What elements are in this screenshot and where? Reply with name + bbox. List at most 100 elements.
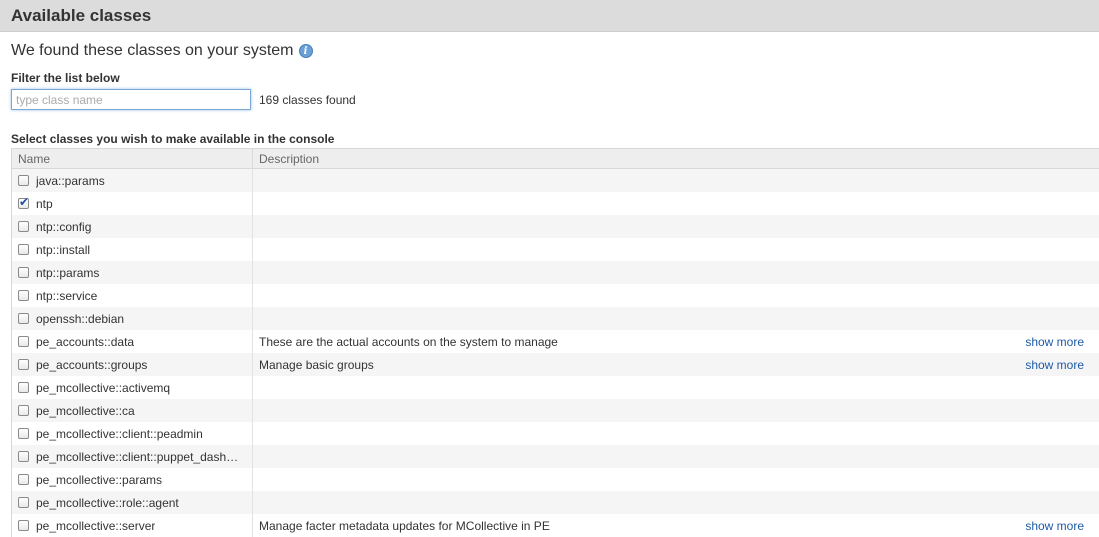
class-name-cell: ntp::params: [12, 261, 253, 284]
table-row: pe_mcollective::ca: [12, 399, 1099, 422]
class-description-cell: [253, 468, 1099, 491]
class-name: ntp::service: [36, 288, 98, 303]
table-row: ntp: [12, 192, 1099, 215]
class-name: ntp: [36, 196, 53, 211]
classes-table: Name Description java::paramsntpntp::con…: [11, 148, 1099, 537]
class-description-cell: [253, 445, 1099, 468]
class-name-cell: pe_accounts::data: [12, 330, 253, 353]
show-more-link[interactable]: show more: [1025, 358, 1084, 372]
class-description-cell: [253, 238, 1099, 261]
class-description-cell: [253, 284, 1099, 307]
class-description-cell: [253, 307, 1099, 330]
class-checkbox[interactable]: [18, 221, 29, 232]
table-row: java::params: [12, 169, 1099, 192]
class-checkbox[interactable]: [18, 267, 29, 278]
class-checkbox[interactable]: [18, 336, 29, 347]
class-checkbox[interactable]: [18, 474, 29, 485]
class-name-cell: pe_mcollective::activemq: [12, 376, 253, 399]
intro-line: We found these classes on your system i: [11, 42, 313, 60]
class-description-cell: Manage basic groups show more: [253, 353, 1099, 376]
select-classes-label: Select classes you wish to make availabl…: [11, 132, 335, 146]
class-description-cell: [253, 169, 1099, 192]
class-name: ntp::install: [36, 242, 91, 257]
class-name: pe_mcollective::server: [36, 518, 156, 533]
table-row: ntp::install: [12, 238, 1099, 261]
class-name: ntp::config: [36, 219, 92, 234]
class-name: java::params: [36, 173, 105, 188]
show-more-link[interactable]: show more: [1025, 519, 1084, 533]
table-row: pe_mcollective::activemq: [12, 376, 1099, 399]
class-checkbox[interactable]: [18, 405, 29, 416]
class-checkbox[interactable]: [18, 195, 29, 209]
class-description-cell: [253, 491, 1099, 514]
class-name: pe_accounts::groups: [36, 357, 148, 372]
table-row: pe_mcollective::client::peadmin: [12, 422, 1099, 445]
class-name: pe_mcollective::role::agent: [36, 495, 179, 510]
table-row: pe_mcollective::role::agent: [12, 491, 1099, 514]
table-row: pe_mcollective::server Manage facter meta…: [12, 514, 1099, 537]
class-name: pe_mcollective::ca: [36, 403, 135, 418]
table-row: openssh::debian: [12, 307, 1099, 330]
class-checkbox[interactable]: [18, 244, 29, 255]
class-name: ntp::params: [36, 265, 100, 280]
class-name-cell: ntp::config: [12, 215, 253, 238]
intro-text: We found these classes on your system: [11, 42, 294, 59]
column-header-name[interactable]: Name: [12, 149, 253, 168]
class-name-cell: ntp::install: [12, 238, 253, 261]
table-row: pe_mcollective::params: [12, 468, 1099, 491]
class-checkbox[interactable]: [18, 382, 29, 393]
table-row: pe_mcollective::client::puppet_dash…: [12, 445, 1099, 468]
class-name-cell: pe_mcollective::params: [12, 468, 253, 491]
table-header: Name Description: [12, 149, 1099, 169]
classes-found-count: 169 classes found: [259, 93, 356, 107]
class-name: pe_mcollective::client::peadmin: [36, 426, 203, 441]
info-icon[interactable]: i: [298, 44, 313, 58]
table-row: pe_accounts::data These are the actual ac…: [12, 330, 1099, 353]
class-checkbox[interactable]: [18, 313, 29, 324]
class-name-cell: java::params: [12, 169, 253, 192]
class-checkbox[interactable]: [18, 520, 29, 531]
page-header: Available classes: [0, 0, 1099, 32]
class-name: pe_mcollective::client::puppet_dash…: [36, 449, 239, 464]
class-description: These are the actual accounts on the sys…: [259, 334, 558, 349]
table-row: pe_accounts::groups Manage basic groups sh…: [12, 353, 1099, 376]
table-row: ntp::config: [12, 215, 1099, 238]
class-name: pe_mcollective::activemq: [36, 380, 171, 395]
page-title: Available classes: [11, 6, 152, 25]
class-description-cell: [253, 261, 1099, 284]
class-name-cell: ntp::service: [12, 284, 253, 307]
class-name-cell: pe_mcollective::role::agent: [12, 491, 253, 514]
class-checkbox[interactable]: [18, 451, 29, 462]
filter-label: Filter the list below: [11, 71, 120, 85]
class-name-cell: ntp: [12, 192, 253, 215]
class-name-cell: pe_mcollective::ca: [12, 399, 253, 422]
class-name-cell: pe_accounts::groups: [12, 353, 253, 376]
class-checkbox[interactable]: [18, 428, 29, 439]
class-description: Manage facter metadata updates for MColl…: [259, 518, 550, 533]
table-row: ntp::params: [12, 261, 1099, 284]
class-description-cell: [253, 422, 1099, 445]
class-description-cell: [253, 399, 1099, 422]
class-filter-input[interactable]: [11, 89, 251, 110]
class-description-cell: Manage facter metadata updates for MColl…: [253, 514, 1099, 537]
class-name-cell: pe_mcollective::server: [12, 514, 253, 537]
class-description: Manage basic groups: [259, 357, 374, 372]
class-description-cell: [253, 215, 1099, 238]
class-description-cell: [253, 192, 1099, 215]
class-description-cell: [253, 376, 1099, 399]
class-checkbox[interactable]: [18, 359, 29, 370]
column-header-description[interactable]: Description: [253, 149, 1099, 168]
class-name: pe_accounts::data: [36, 334, 135, 349]
class-name: pe_mcollective::params: [36, 472, 163, 487]
class-name: openssh::debian: [36, 311, 125, 326]
class-description-cell: These are the actual accounts on the sys…: [253, 330, 1099, 353]
class-checkbox[interactable]: [18, 175, 29, 186]
table-row: ntp::service: [12, 284, 1099, 307]
table-body: java::paramsntpntp::configntp::installnt…: [12, 169, 1099, 537]
class-name-cell: pe_mcollective::client::puppet_dash…: [12, 445, 253, 468]
class-name-cell: pe_mcollective::client::peadmin: [12, 422, 253, 445]
show-more-link[interactable]: show more: [1025, 335, 1084, 349]
class-checkbox[interactable]: [18, 290, 29, 301]
class-name-cell: openssh::debian: [12, 307, 253, 330]
class-checkbox[interactable]: [18, 497, 29, 508]
